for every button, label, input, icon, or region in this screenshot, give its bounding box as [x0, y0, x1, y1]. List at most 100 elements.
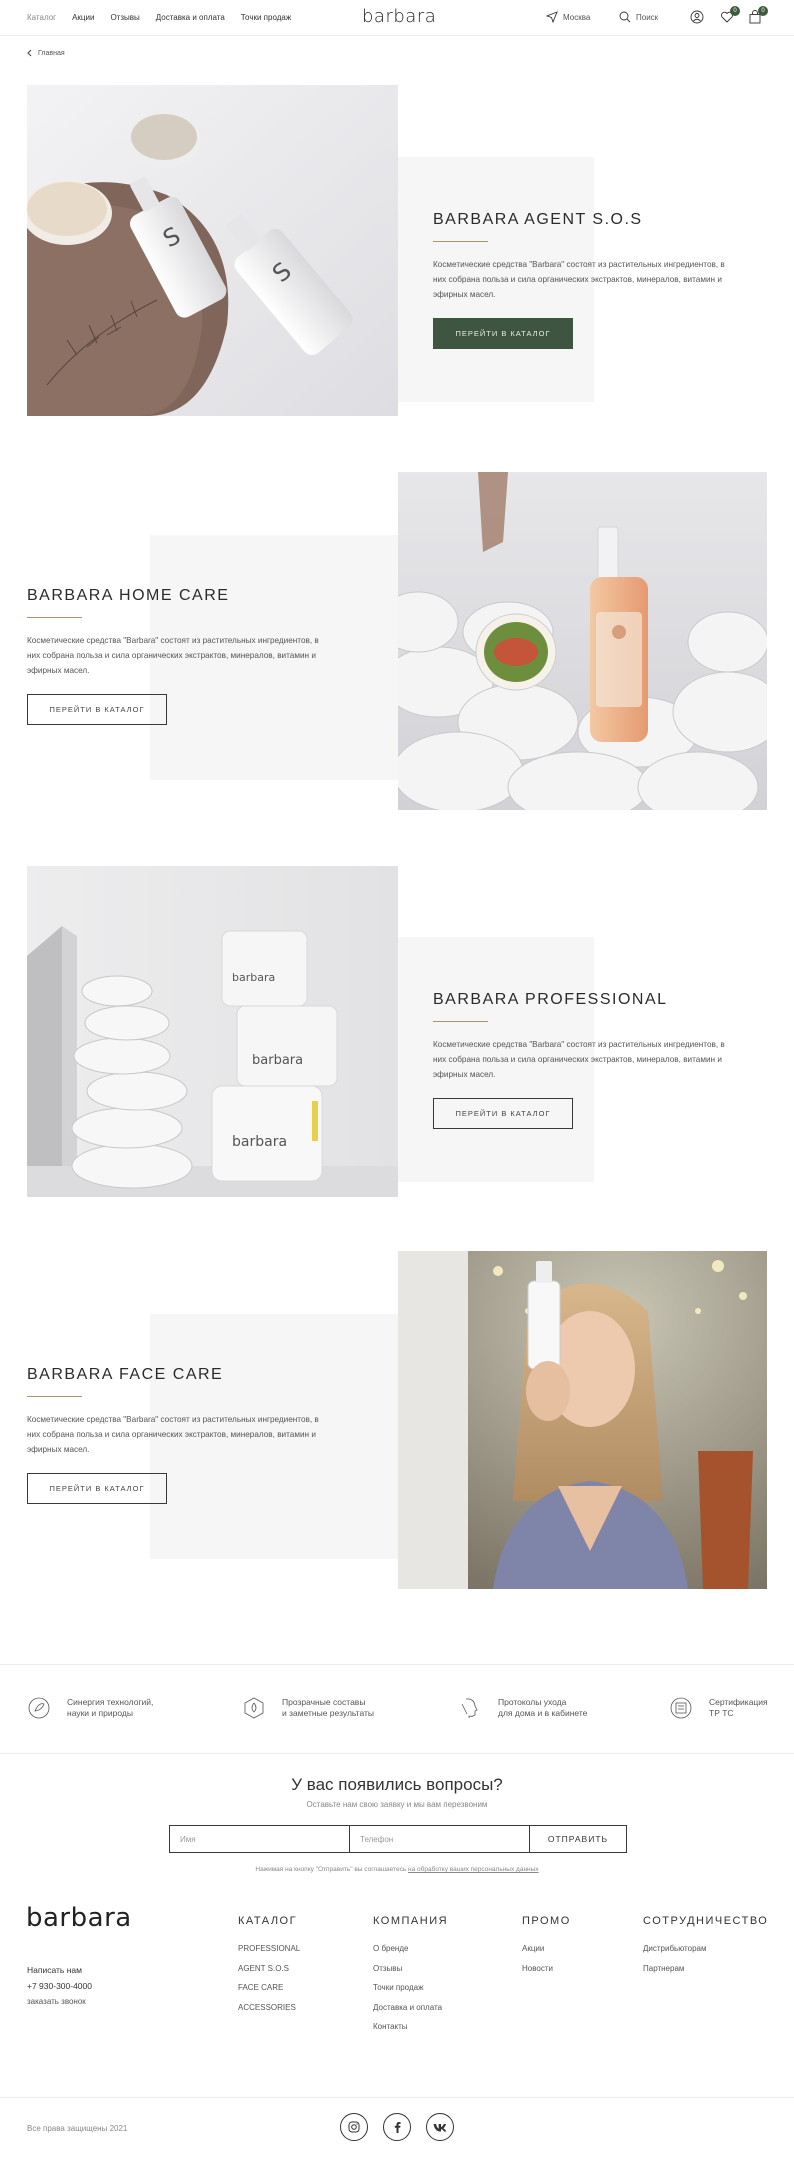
- face-care-model-photo: [398, 1251, 767, 1589]
- collection-description: Косметические средства "Barbara" состоят…: [27, 1415, 319, 1454]
- submit-button[interactable]: ОТПРАВИТЬ: [530, 1826, 626, 1852]
- phone-input[interactable]: Телефон: [350, 1826, 530, 1852]
- agent-sos-product-photo: S S: [27, 85, 398, 416]
- collection-image-face-care: [398, 1251, 767, 1589]
- vk-button[interactable]: [426, 2113, 454, 2141]
- questions-title: У вас появились вопросы?: [291, 1775, 503, 1794]
- instagram-button[interactable]: [340, 2113, 368, 2141]
- title-underline: [433, 241, 488, 242]
- search-label: Поиск: [636, 12, 659, 22]
- feature-text: Синергия технологий,: [67, 1697, 154, 1707]
- footer-heading: СОТРУДНИЧЕСТВО: [643, 1915, 769, 1927]
- nav-promotions[interactable]: Акции: [72, 13, 94, 22]
- instagram-icon: [348, 2121, 360, 2133]
- consent-link[interactable]: на обработку ваших персональных данных: [408, 1866, 539, 1873]
- collection-title: BARBARA HOME CARE: [27, 587, 230, 604]
- footer-link[interactable]: Дистрибьюторам: [643, 1939, 768, 1959]
- collection-image-home-care: [398, 472, 767, 810]
- collection-description: Косметические средства "Barbara" состоят…: [433, 260, 725, 299]
- nav-delivery[interactable]: Доставка и оплата: [156, 13, 225, 22]
- footer-link[interactable]: Отзывы: [373, 1959, 448, 1979]
- catalog-button-professional[interactable]: ПЕРЕЙТИ В КАТАЛОГ: [433, 1098, 573, 1129]
- search-button[interactable]: Поиск: [619, 11, 658, 23]
- footer-link[interactable]: Партнерам: [643, 1959, 768, 1979]
- title-underline: [27, 1396, 82, 1397]
- svg-text:barbara: barbara: [232, 971, 275, 984]
- footer-heading: КАТАЛОГ: [238, 1915, 298, 1927]
- footer-link[interactable]: О бренде: [373, 1939, 448, 1959]
- callback-link[interactable]: заказать звонок: [27, 1994, 92, 2010]
- feature-text: для дома и в кабинете: [498, 1708, 588, 1718]
- collection-title: BARBARA PROFESSIONAL: [433, 991, 668, 1008]
- collection-image-agent-sos: S S: [27, 85, 398, 416]
- certificate-icon: [670, 1697, 692, 1719]
- consent-text: Нажимая на кнопку "Отправить" вы соглаша…: [255, 1866, 407, 1873]
- footer-link[interactable]: Контакты: [373, 2017, 448, 2037]
- footer-heading: КОМПАНИЯ: [373, 1915, 449, 1927]
- collection-info-home-care: BARBARA HOME CARE Косметические средства…: [27, 587, 327, 725]
- site-header: Каталог Акции Отзывы Доставка и оплата Т…: [0, 0, 794, 36]
- name-input[interactable]: Имя: [170, 1826, 350, 1852]
- professional-product-photo: barbara barbara barbara: [27, 866, 398, 1197]
- feature-text: ТР ТС: [709, 1708, 734, 1718]
- catalog-button-face-care[interactable]: ПЕРЕЙТИ В КАТАЛОГ: [27, 1473, 167, 1504]
- footer-link[interactable]: Акции: [522, 1939, 571, 1959]
- consent-note: Нажимая на кнопку "Отправить" вы соглаша…: [0, 1866, 794, 1873]
- footer-link[interactable]: Точки продаж: [373, 1978, 448, 1998]
- user-icon: [690, 10, 704, 24]
- cart-button[interactable]: 0: [748, 6, 768, 24]
- write-us-link[interactable]: Написать нам: [27, 1962, 92, 1978]
- callback-form: Имя Телефон ОТПРАВИТЬ: [169, 1825, 627, 1853]
- footer-link[interactable]: Доставка и оплата: [373, 1998, 448, 2018]
- title-underline: [27, 617, 82, 618]
- footer-logo[interactable]: barbara: [26, 1903, 132, 1933]
- collection-info-agent-sos: BARBARA AGENT S.O.S Косметические средст…: [433, 211, 733, 349]
- footer-link[interactable]: AGENT S.O.S: [238, 1959, 300, 1979]
- nav-stores[interactable]: Точки продаж: [241, 13, 291, 22]
- footer-link[interactable]: FACE CARE: [238, 1978, 300, 1998]
- favorites-button[interactable]: 0: [720, 6, 740, 24]
- footer-column-partnership: СОТРУДНИЧЕСТВО Дистрибьюторам Партнерам: [643, 1915, 768, 1978]
- features-bar: Синергия технологий, науки и природы Проз…: [0, 1664, 794, 1754]
- favorites-count-badge: 0: [730, 6, 740, 16]
- feature-text: науки и природы: [67, 1708, 133, 1718]
- home-care-product-photo: [398, 472, 767, 810]
- facebook-icon: [394, 2122, 401, 2133]
- collection-info-professional: BARBARA PROFESSIONAL Косметические средс…: [433, 991, 733, 1129]
- city-selector[interactable]: Москва: [546, 11, 590, 23]
- collection-image-professional: barbara barbara barbara: [27, 866, 398, 1197]
- nav-reviews[interactable]: Отзывы: [110, 13, 139, 22]
- footer-link[interactable]: Новости: [522, 1959, 571, 1979]
- footer-divider: [0, 2097, 794, 2098]
- footer-contacts: Написать нам +7 930-300-4000 заказать зв…: [27, 1962, 92, 2010]
- feature-synergy: Синергия технологий, науки и природы: [27, 1696, 153, 1720]
- copyright: Все права защищены 2021: [27, 2124, 128, 2133]
- breadcrumb-home[interactable]: Главная: [38, 50, 65, 57]
- collection-description: Косметические средства "Barbara" состоят…: [27, 636, 319, 675]
- cart-count-badge: 0: [758, 6, 768, 16]
- catalog-button-home-care[interactable]: ПЕРЕЙТИ В КАТАЛОГ: [27, 694, 167, 725]
- catalog-button-agent-sos[interactable]: ПЕРЕЙТИ В КАТАЛОГ: [433, 318, 573, 349]
- account-button[interactable]: [690, 10, 704, 24]
- location-arrow-icon: [546, 11, 558, 23]
- svg-text:barbara: barbara: [232, 1134, 287, 1150]
- face-profile-icon: [461, 1698, 478, 1718]
- feature-text: Прозрачные составы: [282, 1697, 366, 1707]
- footer-column-promo: ПРОМО Акции Новости: [522, 1915, 571, 1978]
- breadcrumb: Главная: [26, 49, 65, 57]
- chevron-left-icon[interactable]: [26, 49, 32, 57]
- leaf-science-icon: [28, 1697, 50, 1719]
- footer-link[interactable]: ACCESSORIES: [238, 1998, 300, 2018]
- nav-catalog[interactable]: Каталог: [27, 13, 56, 22]
- logo[interactable]: barbara: [362, 6, 436, 27]
- feature-transparent: Прозрачные составы и заметные результаты: [242, 1696, 374, 1720]
- feature-text: и заметные результаты: [282, 1708, 375, 1718]
- phone-number[interactable]: +7 930-300-4000: [27, 1978, 92, 1994]
- svg-text:barbara: barbara: [252, 1053, 303, 1068]
- footer-link[interactable]: PROFESSIONAL: [238, 1939, 300, 1959]
- search-icon: [619, 11, 631, 23]
- footer-column-company: КОМПАНИЯ О бренде Отзывы Точки продаж До…: [373, 1915, 448, 2037]
- main-nav: Каталог Акции Отзывы Доставка и оплата Т…: [27, 13, 291, 22]
- collection-info-face-care: BARBARA FACE CARE Косметические средства…: [27, 1366, 327, 1504]
- facebook-button[interactable]: [383, 2113, 411, 2141]
